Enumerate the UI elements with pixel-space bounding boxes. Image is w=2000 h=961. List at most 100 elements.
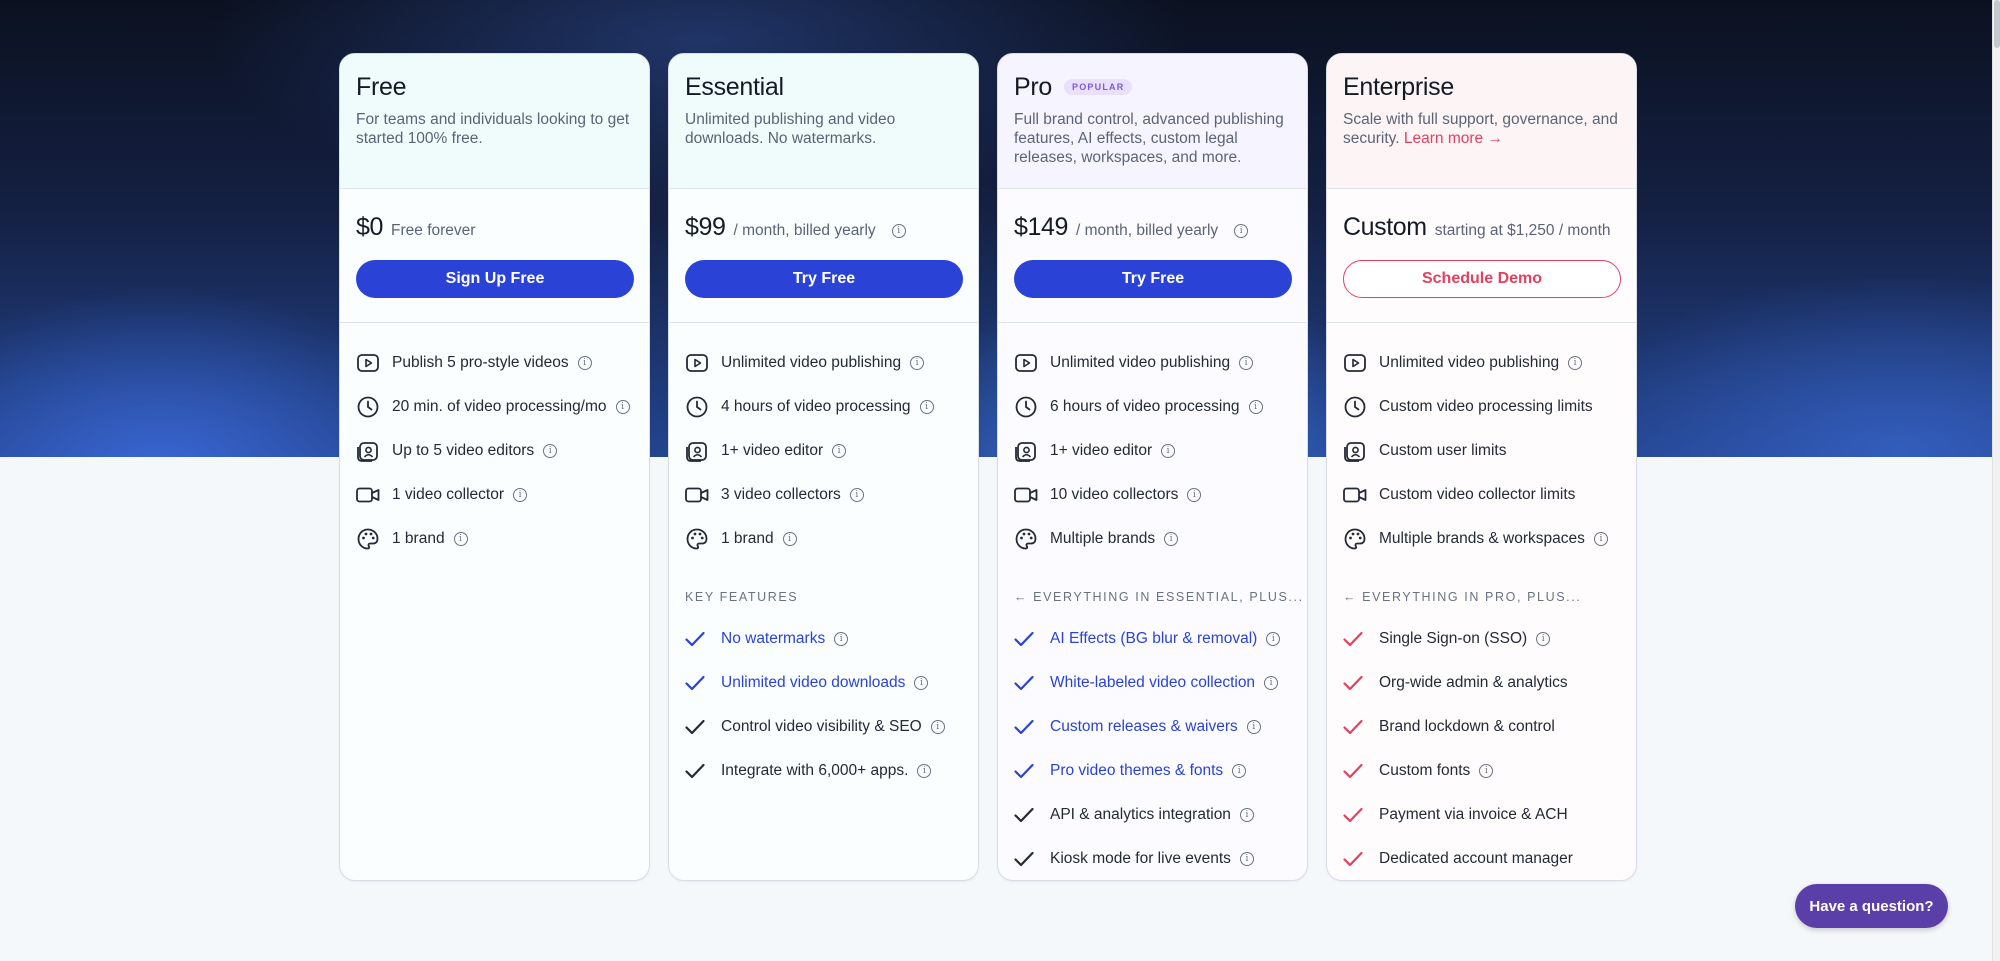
key-feature-list: No watermarks i Unlimited video downloads…: [669, 617, 978, 793]
info-icon[interactable]: i: [1246, 720, 1261, 734]
scrollbar-thumb[interactable]: [1994, 0, 2000, 48]
feature-item: Custom video collector limits: [1343, 473, 1620, 517]
check-icon: [685, 719, 709, 735]
schedule-demo-button[interactable]: Schedule Demo: [1343, 260, 1621, 298]
clock-icon: [356, 395, 380, 419]
check-icon: [685, 675, 709, 691]
palette-icon: [685, 527, 709, 551]
feature-item: Publish 5 pro-style videos i: [356, 341, 633, 385]
plan-price: $149: [1014, 213, 1069, 241]
info-icon[interactable]: i: [453, 532, 468, 546]
price-note: / month, billed yearly: [733, 222, 876, 239]
feature-text: 4 hours of video processing: [721, 398, 911, 415]
plan-header: Free For teams and individuals looking t…: [340, 54, 649, 189]
info-icon[interactable]: i: [917, 764, 932, 778]
info-icon[interactable]: i: [1239, 852, 1254, 866]
key-feature-item: AI Effects (BG blur & removal) i: [1014, 617, 1291, 661]
feature-item: 4 hours of video processing i: [685, 385, 962, 429]
info-icon[interactable]: i: [543, 444, 558, 458]
feature-text: Multiple brands: [1050, 530, 1156, 547]
info-icon[interactable]: i: [891, 224, 906, 238]
info-icon[interactable]: i: [1239, 356, 1254, 370]
info-icon[interactable]: i: [782, 532, 797, 546]
sign-up-free-button[interactable]: Sign Up Free: [356, 260, 634, 298]
feature-text: 10 video collectors: [1050, 486, 1179, 503]
palette-icon: [1343, 527, 1367, 551]
key-feature-text: Brand lockdown & control: [1379, 718, 1555, 735]
info-icon[interactable]: i: [1234, 224, 1249, 238]
play-video-icon: [685, 351, 709, 375]
key-feature-text: AI Effects (BG blur & removal): [1050, 630, 1258, 647]
info-icon[interactable]: i: [914, 676, 929, 690]
check-icon: [1014, 719, 1038, 735]
feature-text: Unlimited video publishing: [1050, 354, 1231, 371]
key-feature-text: Kiosk mode for live events: [1050, 850, 1231, 867]
video-camera-icon: [1343, 483, 1367, 507]
plan-price: $99: [685, 213, 726, 241]
feature-text: Unlimited video publishing: [1379, 354, 1560, 371]
key-feature-list: AI Effects (BG blur & removal) i White-la…: [998, 617, 1307, 880]
key-feature-text: White-labeled video collection: [1050, 674, 1256, 691]
check-icon: [1343, 719, 1367, 735]
info-icon[interactable]: i: [1248, 400, 1263, 414]
check-icon: [1343, 851, 1367, 867]
feature-list: Unlimited video publishing i Custom video…: [1327, 323, 1636, 561]
plan-description: Scale with full support, governance, and…: [1343, 111, 1618, 147]
feature-text: Custom video processing limits: [1379, 398, 1593, 415]
plan-header: Essential Unlimited publishing and video…: [669, 54, 978, 189]
check-icon: [1343, 763, 1367, 779]
feature-item: Unlimited video publishing i: [1343, 341, 1620, 385]
feature-item: Up to 5 video editors i: [356, 429, 633, 473]
feature-item: Multiple brands & workspaces i: [1343, 517, 1620, 561]
info-icon[interactable]: i: [1593, 532, 1608, 546]
user-badge-icon: [356, 439, 380, 463]
info-icon[interactable]: i: [513, 488, 528, 502]
info-icon[interactable]: i: [1536, 632, 1551, 646]
scrollbar[interactable]: [1992, 0, 2000, 961]
key-feature-item: Brand lockdown & control: [1343, 705, 1620, 749]
key-feature-text: Custom fonts: [1379, 762, 1471, 779]
key-feature-item: Payment via invoice & ACH: [1343, 793, 1620, 837]
info-icon[interactable]: i: [930, 720, 945, 734]
info-icon[interactable]: i: [1479, 764, 1494, 778]
info-icon[interactable]: i: [910, 356, 925, 370]
info-icon[interactable]: i: [1568, 356, 1583, 370]
check-icon: [1343, 675, 1367, 691]
info-icon[interactable]: i: [1164, 532, 1179, 546]
plan-name: Enterprise: [1343, 72, 1454, 101]
plan-price: Custom: [1343, 213, 1427, 241]
learn-more-link[interactable]: Learn more →: [1404, 130, 1503, 147]
info-icon[interactable]: i: [615, 400, 630, 414]
info-icon[interactable]: i: [1187, 488, 1202, 502]
info-icon[interactable]: i: [919, 400, 934, 414]
info-icon[interactable]: i: [1264, 676, 1279, 690]
key-feature-item: White-labeled video collection i: [1014, 661, 1291, 705]
check-icon: [685, 763, 709, 779]
plan-name: Pro: [1014, 72, 1053, 101]
feature-item: 10 video collectors i: [1014, 473, 1291, 517]
feature-item: 1+ video editor i: [1014, 429, 1291, 473]
key-feature-item: Custom releases & waivers i: [1014, 705, 1291, 749]
try-free-button[interactable]: Try Free: [685, 260, 963, 298]
feature-text: Unlimited video publishing: [721, 354, 902, 371]
info-icon[interactable]: i: [834, 632, 849, 646]
info-icon[interactable]: i: [849, 488, 864, 502]
info-icon[interactable]: i: [1161, 444, 1176, 458]
plan-description: Unlimited publishing and video downloads…: [685, 111, 896, 147]
info-icon[interactable]: i: [1232, 764, 1247, 778]
info-icon[interactable]: i: [577, 356, 592, 370]
key-feature-text: No watermarks: [721, 630, 826, 647]
key-feature-item: Control video visibility & SEO i: [685, 705, 962, 749]
key-feature-list: Single Sign-on (SSO) i Org-wide admin & a…: [1327, 617, 1636, 880]
try-free-button[interactable]: Try Free: [1014, 260, 1292, 298]
feature-item: 6 hours of video processing i: [1014, 385, 1291, 429]
feature-item: 1 brand i: [685, 517, 962, 561]
info-icon[interactable]: i: [1239, 808, 1254, 822]
check-icon: [685, 631, 709, 647]
info-icon[interactable]: i: [832, 444, 847, 458]
info-icon[interactable]: i: [1266, 632, 1281, 646]
palette-icon: [356, 527, 380, 551]
price-section: $0 Free forever Sign Up Free: [340, 189, 649, 323]
price-note: starting at $1,250 / month: [1434, 222, 1611, 239]
have-a-question-button[interactable]: Have a question?: [1795, 884, 1948, 928]
